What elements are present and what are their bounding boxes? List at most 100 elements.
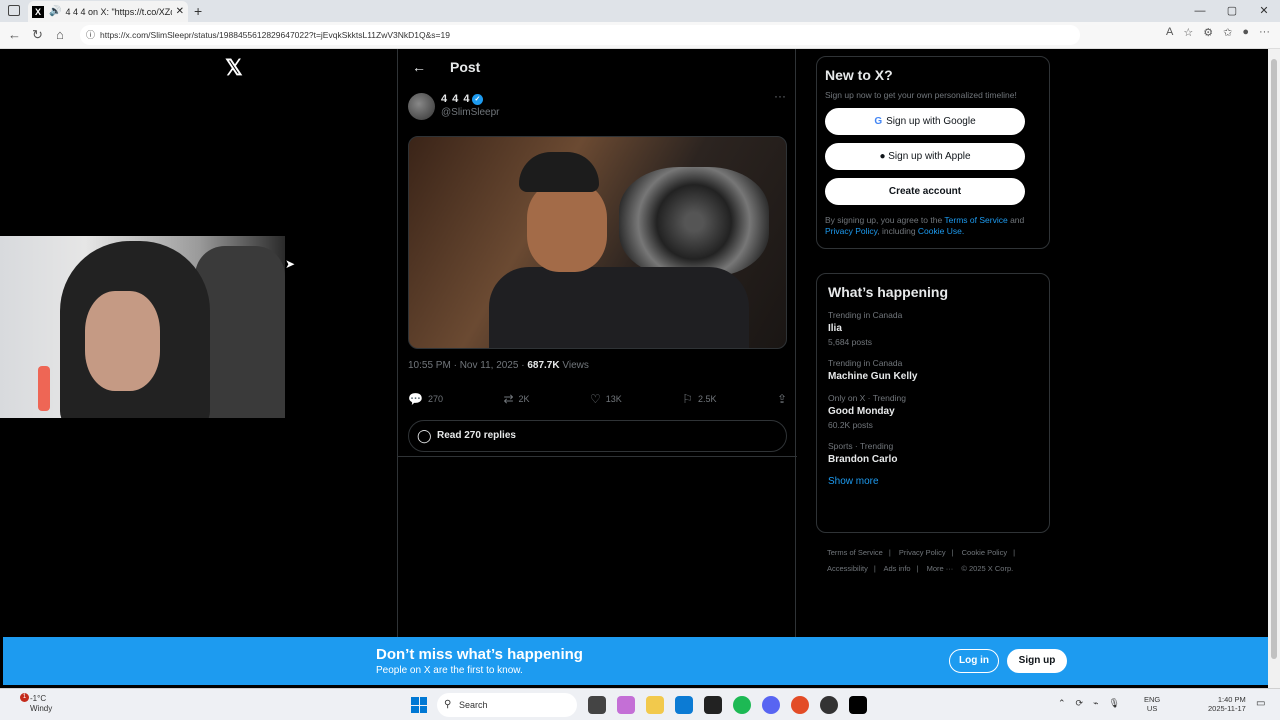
obs-icon[interactable] — [820, 696, 838, 714]
speaker-icon[interactable]: 🔊 — [49, 6, 61, 17]
like-button[interactable]: ♡ 13K — [590, 392, 622, 406]
footer-link[interactable]: Cookie Policy — [962, 548, 1007, 557]
post-column: ← Post 4 4 4 ✓ @SlimSleepr ··· 10:55 PM ·… — [397, 49, 797, 637]
footer-link[interactable]: Accessibility — [827, 564, 868, 573]
x-favicon-icon: X — [32, 5, 44, 18]
display-name[interactable]: 4 4 4 ✓ — [441, 93, 484, 105]
site-info-icon[interactable]: ⓘ — [86, 25, 95, 45]
refresh-icon[interactable]: ↻ — [32, 27, 43, 43]
chrome-icon[interactable] — [791, 696, 809, 714]
read-aloud-icon[interactable]: A — [1166, 26, 1173, 39]
maximize-button[interactable]: ▢ — [1216, 0, 1248, 22]
browser-tab[interactable]: X 🔊 4 4 4 on X: "https://t.co/XZd ✕ — [28, 1, 188, 22]
repost-button[interactable]: ⇄ 2K — [503, 392, 529, 406]
terms-link[interactable]: Terms of Service — [944, 215, 1007, 225]
footer-link[interactable]: Privacy Policy — [899, 548, 946, 557]
view-count: 687.7K — [527, 360, 560, 371]
back-arrow-icon[interactable]: ← — [412, 59, 426, 75]
banner-title: Don’t miss what’s happening — [376, 646, 583, 663]
video-frame-detail — [489, 267, 749, 348]
bookmark-button[interactable]: ⚐ 2.5K — [682, 392, 716, 406]
tiktok-icon[interactable] — [849, 696, 867, 714]
bookmark-icon: ⚐ — [682, 392, 693, 406]
copilot-icon[interactable] — [617, 696, 635, 714]
network-icon[interactable]: ⌁ — [1093, 698, 1098, 709]
post-timestamp[interactable]: 10:55 PM · Nov 11, 2025 · — [408, 360, 527, 371]
task-view-icon[interactable] — [588, 696, 606, 714]
post-meta: 10:55 PM · Nov 11, 2025 · 687.7K Views — [408, 360, 589, 371]
favorite-icon[interactable]: ☆ — [1183, 26, 1193, 39]
privacy-link[interactable]: Privacy Policy — [825, 226, 877, 236]
start-button[interactable] — [411, 697, 427, 713]
google-icon: G — [874, 116, 883, 127]
google-signup-button[interactable]: G Sign up with Google — [825, 108, 1025, 135]
sync-icon[interactable]: ⟳ — [1076, 698, 1084, 709]
reply-icon: 💬 — [408, 392, 423, 406]
login-button[interactable]: Log in — [949, 649, 999, 673]
read-replies-button[interactable]: ◯ Read 270 replies — [408, 420, 787, 452]
chevron-up-icon[interactable]: ⌃ — [1058, 698, 1066, 709]
trend-item[interactable]: Trending in Canada Ilia 5,684 posts — [828, 310, 1038, 347]
clock[interactable]: 1:40 PM 2025-11-17 — [1208, 695, 1246, 713]
new-tab-button[interactable]: + — [194, 3, 202, 19]
favorites-icon[interactable]: ✩ — [1223, 26, 1232, 39]
url-text: https://x.com/SlimSleepr/status/19884556… — [100, 30, 450, 40]
video-frame-detail — [527, 182, 607, 272]
home-icon[interactable]: ⌂ — [56, 27, 64, 42]
page-scrollbar[interactable] — [1268, 49, 1280, 688]
divider — [398, 456, 797, 457]
extensions-icon[interactable]: ⚙ — [1203, 26, 1213, 39]
reply-button[interactable]: 💬 270 — [408, 392, 443, 406]
file-explorer-icon[interactable] — [646, 696, 664, 714]
close-window-button[interactable]: ✕ — [1248, 0, 1280, 22]
terminal-icon[interactable] — [704, 696, 722, 714]
reply-bubble-icon: ◯ — [417, 428, 432, 443]
notification-icon[interactable]: ▭ — [1256, 698, 1265, 709]
repost-icon: ⇄ — [503, 392, 514, 406]
post-actions: 💬 270 ⇄ 2K ♡ 13K ⚐ 2.5K ⇪ — [408, 392, 787, 406]
profile-icon[interactable]: ● — [1242, 26, 1249, 39]
apple-signup-button[interactable]: ● Sign up with Apple — [825, 143, 1025, 170]
more-options-icon[interactable]: ··· — [774, 89, 786, 103]
mic-icon[interactable]: 🎙 — [1109, 698, 1120, 709]
happening-title: What’s happening — [828, 284, 949, 300]
trend-item[interactable]: Trending in Canada Machine Gun Kelly — [828, 358, 1038, 382]
mouse-cursor-icon: ➤ — [285, 257, 296, 271]
edge-icon[interactable] — [675, 696, 693, 714]
trend-item[interactable]: Only on X · Trending Good Monday 60.2K pos… — [828, 393, 1038, 430]
footer-link[interactable]: More ··· — [927, 564, 954, 573]
share-button[interactable]: ⇪ — [777, 392, 787, 406]
webcam-detail — [85, 291, 160, 391]
window-controls: — ▢ ✕ — [1184, 0, 1280, 22]
signup-subtitle: Sign up now to get your own personalized… — [825, 90, 1017, 100]
discord-icon[interactable] — [762, 696, 780, 714]
avatar[interactable] — [408, 93, 435, 120]
address-bar-row: ← ↻ ⌂ ⓘ https://x.com/SlimSleepr/status/… — [0, 22, 1280, 49]
user-handle[interactable]: @SlimSleepr — [441, 107, 500, 118]
language-indicator[interactable]: ENG US — [1144, 695, 1160, 713]
close-tab-icon[interactable]: ✕ — [176, 6, 184, 17]
signup-button[interactable]: Sign up — [1007, 649, 1067, 673]
spotify-icon[interactable] — [733, 696, 751, 714]
address-input[interactable]: ⓘ https://x.com/SlimSleepr/status/198845… — [80, 25, 1080, 45]
trend-item[interactable]: Sports · Trending Brandon Carlo — [828, 441, 1038, 465]
x-logo[interactable]: 𝕏 — [225, 55, 243, 81]
create-account-button[interactable]: Create account — [825, 178, 1025, 205]
taskbar-apps — [588, 696, 867, 714]
weather-widget[interactable]: 1 -1°C Windy — [14, 693, 52, 714]
post-video[interactable] — [408, 136, 787, 349]
share-icon: ⇪ — [776, 392, 787, 406]
taskbar-search[interactable]: ⚲ Search — [437, 693, 577, 717]
footer-links: Terms of Service | Privacy Policy | Cookie… — [827, 548, 1016, 573]
cookie-link[interactable]: Cookie Use. — [918, 226, 964, 236]
whats-happening: What’s happening Trending in Canada Ilia 5… — [816, 273, 1050, 533]
scrollbar-thumb[interactable] — [1271, 59, 1277, 659]
footer-link[interactable]: Terms of Service — [827, 548, 883, 557]
menu-icon[interactable]: ··· — [1259, 26, 1270, 39]
footer-link[interactable]: Ads info — [883, 564, 910, 573]
back-icon[interactable]: ← — [8, 27, 21, 42]
tab-actions-icon[interactable] — [8, 5, 20, 16]
show-more-link[interactable]: Show more — [828, 476, 1038, 487]
minimize-button[interactable]: — — [1184, 0, 1216, 22]
video-frame-detail — [519, 152, 599, 192]
